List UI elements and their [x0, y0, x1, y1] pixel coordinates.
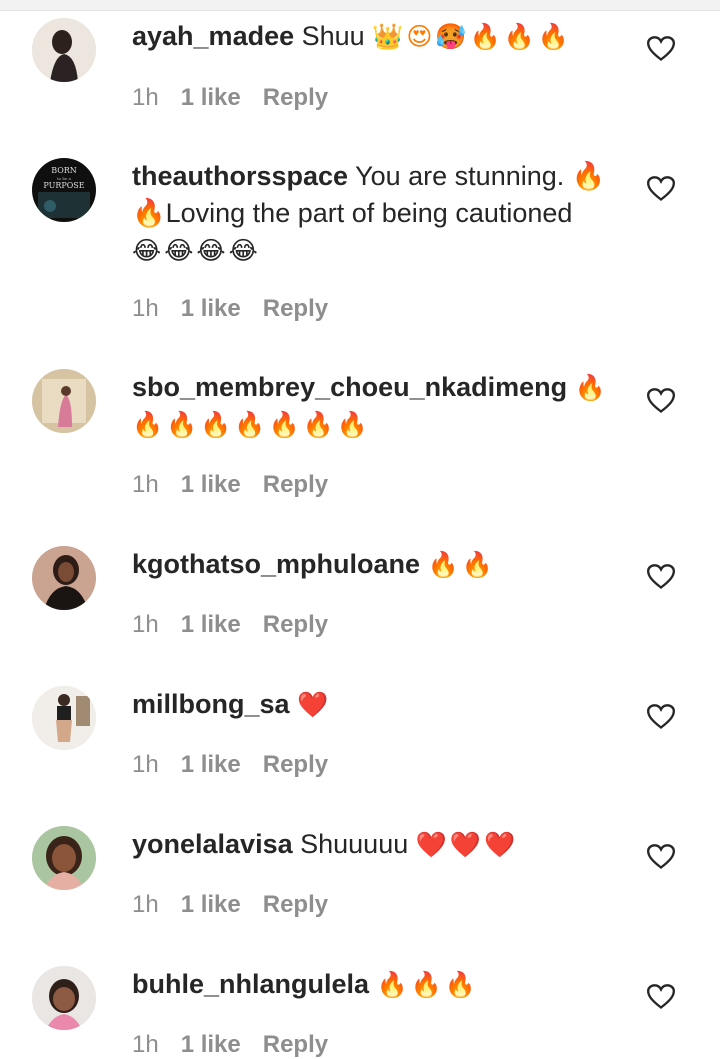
comment-time: 1h [132, 891, 159, 918]
comment-like-count[interactable]: 1 like [181, 295, 241, 323]
comment-like-count[interactable]: 1 like [181, 891, 241, 919]
reply-button[interactable]: Reply [263, 891, 328, 919]
comment-time: 1h [132, 751, 159, 778]
comment-time: 1h [132, 471, 159, 498]
avatar[interactable] [32, 966, 96, 1030]
comment-emoji: 🔥🔥🔥 [376, 970, 479, 999]
comment-emoji: 👑😍🥵🔥🔥🔥 [372, 22, 572, 51]
comment-emoji: 🔥🔥 [427, 550, 496, 579]
comment-username[interactable]: ayah_madee [132, 21, 294, 51]
avatar-text: PURPOSE [43, 181, 84, 190]
reply-button[interactable]: Reply [263, 295, 328, 323]
comment-username[interactable]: yonelalavisa [132, 829, 293, 859]
avatar[interactable] [32, 826, 96, 890]
comment-like-count[interactable]: 1 like [181, 611, 241, 639]
top-divider [0, 0, 720, 11]
comment-like-count[interactable]: 1 like [181, 1031, 241, 1059]
comment-username[interactable]: buhle_nhlangulela [132, 969, 369, 999]
like-heart-icon[interactable] [646, 704, 676, 730]
comment-time: 1h [132, 611, 159, 638]
avatar[interactable] [32, 18, 96, 82]
comment-username[interactable]: theauthorsspace [132, 161, 348, 191]
comment-time: 1h [132, 295, 159, 322]
comment-like-count[interactable]: 1 like [181, 84, 241, 112]
reply-button[interactable]: Reply [263, 611, 328, 639]
like-heart-icon[interactable] [646, 844, 676, 870]
comment-emoji: ❤️ [297, 690, 332, 719]
comment-time: 1h [132, 84, 159, 111]
comment-like-count[interactable]: 1 like [181, 471, 241, 499]
avatar[interactable]: BORN to be a PURPOSE [32, 158, 96, 222]
reply-button[interactable]: Reply [263, 1031, 328, 1059]
comment-username[interactable]: sbo_membrey_choeu_nkadimeng [132, 372, 567, 402]
avatar[interactable] [32, 546, 96, 610]
comment-text: Shuuuuu [300, 829, 409, 859]
like-heart-icon[interactable] [646, 984, 676, 1010]
comment-emoji: ❤️❤️❤️ [415, 830, 519, 859]
comment-username[interactable]: millbong_sa [132, 689, 290, 719]
reply-button[interactable]: Reply [263, 84, 328, 112]
comment-like-count[interactable]: 1 like [181, 751, 241, 779]
comment-text: Shuu [301, 21, 365, 51]
reply-button[interactable]: Reply [263, 751, 328, 779]
like-heart-icon[interactable] [646, 176, 676, 202]
like-heart-icon[interactable] [646, 36, 676, 62]
comment-time: 1h [132, 1031, 159, 1058]
avatar[interactable] [32, 686, 96, 750]
comment-username[interactable]: kgothatso_mphuloane [132, 549, 420, 579]
reply-button[interactable]: Reply [263, 471, 328, 499]
avatar[interactable] [32, 369, 96, 433]
like-heart-icon[interactable] [646, 388, 676, 414]
like-heart-icon[interactable] [646, 564, 676, 590]
avatar-text: BORN [51, 166, 77, 175]
comment-emoji: 😂😂😂😂 [132, 236, 261, 265]
